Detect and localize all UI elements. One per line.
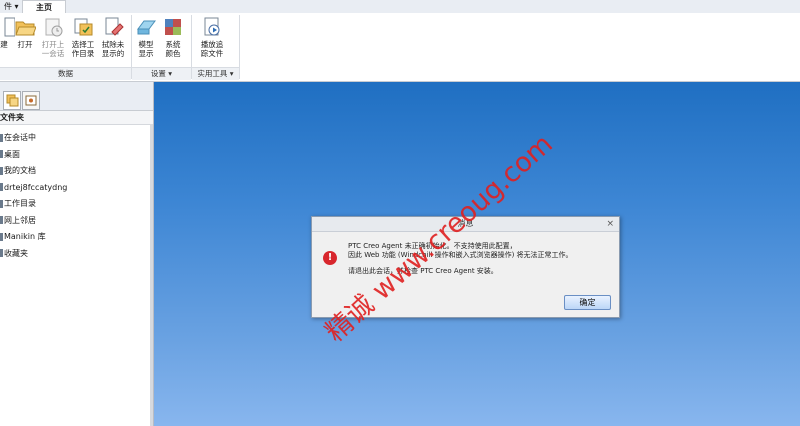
model-display-icon (135, 16, 157, 38)
folder-item-network[interactable]: 网上邻居 (0, 213, 150, 230)
folder-icon (0, 199, 3, 208)
folder-item-label: 工作目录 (4, 199, 36, 208)
ribbon: 建 打开 打开上 一会话 选择工 作目录 拭除未 显示的 模型 显示 系统 颜色… (0, 13, 800, 82)
open-last-session-button[interactable]: 打开上 一会话 (39, 16, 67, 58)
folder-item-in-session[interactable]: 在会话中 (0, 130, 150, 147)
message-dialog: 消息 × ! PTC Creo Agent 未正确初始化。不支持使用此配置， 因… (311, 216, 620, 318)
ribbon-separator (239, 15, 240, 79)
close-icon[interactable]: × (606, 217, 614, 231)
open-button-label: 打开 (17, 40, 33, 49)
folder-item-label: 在会话中 (4, 133, 36, 142)
folder-tree-header: 文件夹 (0, 111, 153, 125)
navigator-tab-favorites[interactable] (22, 91, 40, 110)
play-trail-file-button[interactable]: 播放追 踪文件 (198, 16, 226, 58)
folder-item-desktop[interactable]: 桌面 (0, 147, 150, 164)
favorites-icon (25, 95, 37, 106)
manikin-icon (0, 232, 3, 241)
folder-item-working-directory[interactable]: 工作目录 (0, 196, 150, 213)
system-colors-label: 系统 颜色 (165, 40, 181, 58)
navigator-tab-folder-browser[interactable] (3, 91, 21, 110)
dialog-title: 消息 (457, 219, 474, 228)
folder-item-label: 我的文档 (4, 166, 36, 175)
folder-item-manikin-library[interactable]: Manikin 库 (0, 229, 150, 246)
folder-item-label: Manikin 库 (4, 232, 46, 241)
favorites-folder-icon (0, 249, 3, 257)
open-last-session-label: 打开上 一会话 (41, 40, 65, 58)
folder-item-computer[interactable]: drtej8fccatydng (0, 180, 150, 197)
system-colors-button[interactable]: 系统 颜色 (159, 16, 187, 58)
folder-tree: 在会话中 桌面 我的文档 drtej8fccatydng 工作目录 网上邻居 M… (0, 130, 150, 262)
tab-home[interactable]: 主页 (22, 0, 66, 14)
navigator-tabs (0, 82, 153, 111)
folder-item-favorites[interactable]: 收藏夹 (0, 246, 150, 263)
open-folder-icon (14, 16, 37, 38)
model-display-button[interactable]: 模型 显示 (132, 16, 160, 58)
folder-browser-icon (6, 94, 19, 107)
folder-icon (0, 166, 3, 175)
folder-item-label: 收藏夹 (4, 248, 28, 258)
group-label-data: 数据 (0, 67, 131, 80)
computer-icon (0, 183, 3, 191)
select-working-directory-label: 选择工 作目录 (71, 40, 95, 58)
network-icon (0, 216, 3, 224)
erase-not-displayed-icon (102, 16, 124, 38)
system-colors-icon (162, 16, 184, 38)
folder-icon (0, 150, 3, 158)
dialog-message-line: 因此 Web 功能 (Windchill 操作和嵌入式浏览器操作) 将无法正常工… (348, 251, 573, 259)
error-icon: ! (323, 251, 337, 265)
open-button[interactable]: 打开 (11, 16, 39, 49)
model-display-label: 模型 显示 (138, 40, 154, 58)
erase-not-displayed-button[interactable]: 拭除未 显示的 (99, 16, 127, 58)
dialog-message-line: 请退出此会话，并检查 PTC Creo Agent 安装。 (348, 267, 498, 275)
group-label-utilities[interactable]: 实用工具 ▾ (192, 67, 239, 80)
navigator-panel: 文件夹 在会话中 桌面 我的文档 drtej8fccatydng 工作目录 网上… (0, 82, 154, 426)
navigator-scrollbar[interactable] (150, 124, 153, 426)
folder-item-label: drtej8fccatydng (4, 182, 68, 192)
group-label-settings[interactable]: 设置 ▾ (132, 67, 191, 80)
folder-item-label: 网上邻居 (4, 215, 36, 225)
select-working-directory-button[interactable]: 选择工 作目录 (69, 16, 97, 58)
ribbon-tab-bar: 件 ▾ 主页 (0, 0, 800, 14)
play-trail-file-label: 播放追 踪文件 (200, 40, 224, 58)
dialog-titlebar: 消息 × (312, 217, 619, 232)
play-trail-file-icon (201, 16, 223, 38)
folder-item-label: 桌面 (4, 149, 20, 159)
erase-not-displayed-label: 拭除未 显示的 (101, 40, 125, 58)
folder-icon (0, 133, 3, 142)
folder-item-my-documents[interactable]: 我的文档 (0, 163, 150, 180)
select-working-directory-icon (72, 16, 94, 38)
open-last-session-icon (42, 16, 64, 38)
ok-button[interactable]: 确定 (564, 295, 611, 310)
